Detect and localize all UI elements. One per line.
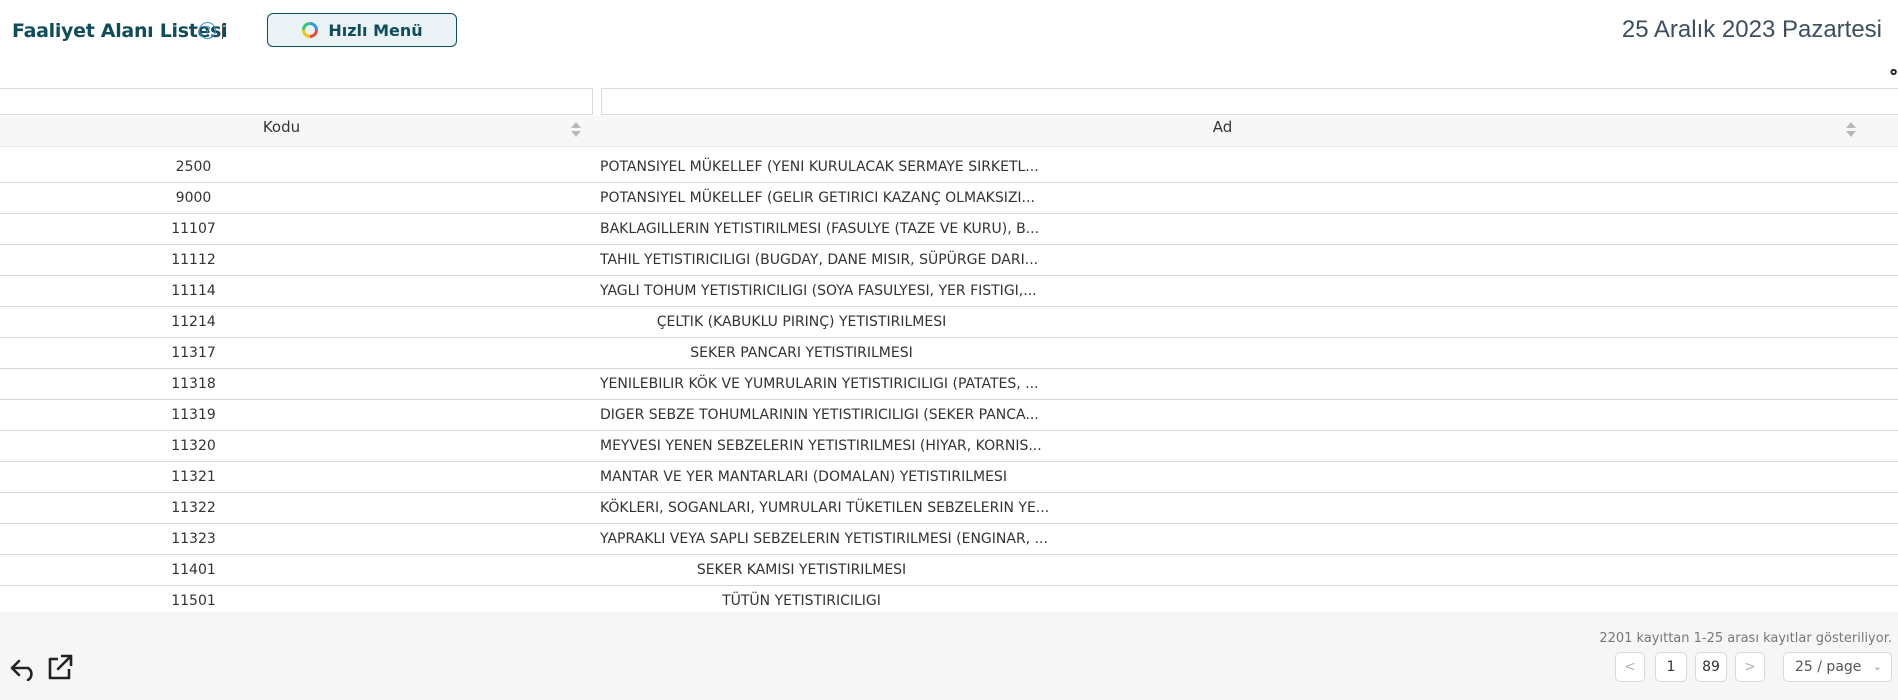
cell-name: MEYVESI YENEN SEBZELERIN YETISTIRILMESI … [600,438,1042,454]
table-row[interactable]: 11112 TAHIL YETISTIRICILIGI (BUGDAY, DAN… [0,245,1898,276]
table-row[interactable]: 11322 KÖKLERI, SOGANLARI, YUMRULARI TÜKE… [0,493,1898,524]
table-row[interactable]: 11501 TÜTÜN YETISTIRICILIGI [0,586,1898,612]
next-page-button[interactable]: > [1735,652,1765,682]
sort-name-icon[interactable] [1846,120,1856,140]
table-row[interactable]: 11318 YENILEBILIR KÖK VE YUMRULARIN YETI… [0,369,1898,400]
code-filter-input[interactable] [0,88,593,115]
cell-code: 11322 [171,500,216,516]
table-body: 2500 POTANSIYEL MÜKELLEF (YENI KURULACAK… [0,152,1898,612]
cell-name: YAGLI TOHUM YETISTIRICILIGI (SOYA FASULY… [600,283,1037,299]
help-icon[interactable]: ? [199,22,216,39]
chevron-down-icon: ⌄ [1872,660,1882,673]
cell-name: YAPRAKLI VEYA SAPLI SEBZELERIN YETISTIRI… [600,531,1048,547]
cell-name: SEKER KAMISI YETISTIRILMESI [696,562,907,578]
cell-code: 2500 [175,159,212,175]
table-row[interactable]: 11317 SEKER PANCARI YETISTIRILMESI [0,338,1898,369]
cell-code: 11114 [171,283,216,299]
sort-code-icon[interactable] [571,120,581,140]
page-button-1[interactable]: 1 [1655,652,1687,682]
cell-name: POTANSIYEL MÜKELLEF (YENI KURULACAK SERM… [600,159,1039,175]
table-row[interactable]: 11320 MEYVESI YENEN SEBZELERIN YETISTIRI… [0,431,1898,462]
cell-code: 11321 [171,469,216,485]
table-row[interactable]: 11321 MANTAR VE YER MANTARLARI (DOMALAN)… [0,462,1898,493]
sort-descending-icon [1846,131,1856,137]
cell-code: 11107 [171,221,216,237]
cell-name: TÜTÜN YETISTIRICILIGI [722,593,881,609]
page-header: Faaliyet Alanı Listesi ? Hızlı Menü 25 A… [0,0,1898,64]
cell-name: YENILEBILIR KÖK VE YUMRULARIN YETISTIRIC… [600,376,1039,392]
title-divider [222,24,223,39]
cell-name: TAHIL YETISTIRICILIGI (BUGDAY, DANE MISI… [600,252,1039,268]
cell-name: MANTAR VE YER MANTARLARI (DOMALAN) YETIS… [600,469,1007,485]
name-filter-input[interactable] [601,88,1898,115]
cell-name: BAKLAGILLERIN YETISTIRILMESI (FASULYE (T… [600,221,1040,237]
cell-name: ÇELTIK (KABUKLU PIRINÇ) YETISTIRILMESI [656,314,947,330]
page-button-last[interactable]: 89 [1695,652,1727,682]
table-row[interactable]: 11401 SEKER KAMISI YETISTIRILMESI [0,555,1898,586]
sort-descending-icon [571,131,581,137]
cell-code: 11214 [171,314,216,330]
cell-name: SEKER PANCARI YETISTIRILMESI [690,345,913,361]
table-row[interactable]: 11214 ÇELTIK (KABUKLU PIRINÇ) YETISTIRIL… [0,307,1898,338]
filter-row [0,88,1898,116]
quick-menu-label: Hızlı Menü [328,20,423,40]
table-row[interactable]: 9000 POTANSIYEL MÜKELLEF (GELIR GETIRICI… [0,183,1898,214]
cell-name: DIGER SEBZE TOHUMLARININ YETISTIRICILIGI… [600,407,1039,423]
cell-code: 11401 [171,562,216,578]
cell-code: 9000 [175,190,212,206]
colorful-ring-icon [302,22,319,38]
table-row[interactable]: 11319 DIGER SEBZE TOHUMLARININ YETISTIRI… [0,400,1898,431]
cell-code: 11319 [171,407,216,423]
cell-code: 11323 [171,531,216,547]
column-header-code[interactable]: Kodu [0,116,563,146]
table-row[interactable]: 11107 BAKLAGILLERIN YETISTIRILMESI (FASU… [0,214,1898,245]
quick-menu-button[interactable]: Hızlı Menü [267,13,457,47]
current-date: 25 Aralık 2023 Pazartesi [1621,16,1882,43]
column-header-name[interactable]: Ad [600,116,1845,146]
page-size-value: 25 / page [1795,659,1862,675]
cell-code: 11320 [171,438,216,454]
external-link-icon[interactable] [47,653,73,681]
cell-name: POTANSIYEL MÜKELLEF (GELIR GETIRICI KAZA… [600,190,1035,206]
cell-name: KÖKLERI, SOGANLARI, YUMRULARI TÜKETILEN … [600,500,1050,516]
record-count-info: 2201 kayıttan 1-25 arası kayıtlar göster… [1599,631,1892,646]
cell-code: 11317 [171,345,216,361]
table-row[interactable]: 11114 YAGLI TOHUM YETISTIRICILIGI (SOYA … [0,276,1898,307]
cell-code: 11318 [171,376,216,392]
page-size-select[interactable]: 25 / page ⌄ [1783,652,1892,682]
gear-icon[interactable] [1888,64,1898,80]
sort-ascending-icon [1846,122,1856,128]
table-row[interactable]: 11323 YAPRAKLI VEYA SAPLI SEBZELERIN YET… [0,524,1898,555]
undo-icon[interactable] [9,655,39,681]
table-row[interactable]: 2500 POTANSIYEL MÜKELLEF (YENI KURULACAK… [0,152,1898,183]
table-header: Kodu Ad [0,116,1898,147]
page-title: Faaliyet Alanı Listesi [12,20,228,42]
cell-code: 11112 [171,252,216,268]
table-footer [0,612,1898,700]
sort-ascending-icon [571,122,581,128]
cell-code: 11501 [171,593,216,609]
previous-page-button[interactable]: < [1615,652,1645,682]
